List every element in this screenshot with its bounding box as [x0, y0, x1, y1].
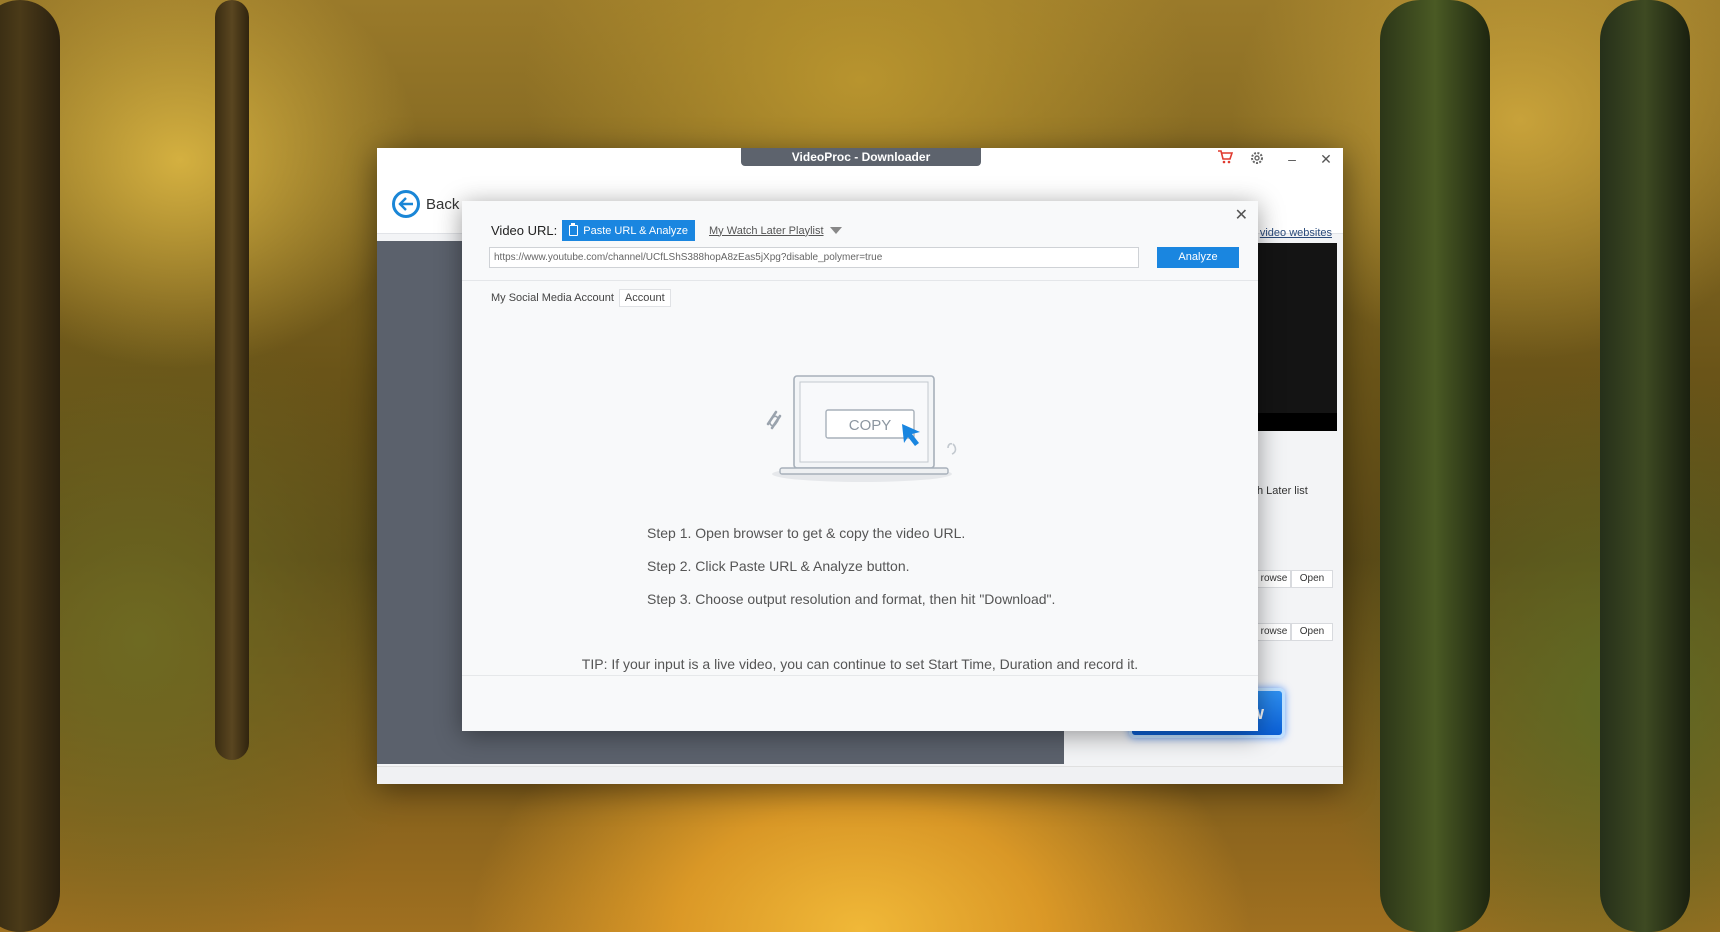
watch-later-playlist-link[interactable]: My Watch Later Playlist: [709, 225, 824, 237]
cart-icon[interactable]: [1214, 150, 1236, 168]
video-websites-link[interactable]: video websites: [1260, 227, 1332, 239]
watch-later-list-label: h Later list: [1257, 485, 1308, 497]
dialog-close-button[interactable]: ✕: [1235, 205, 1248, 225]
browse-button-2[interactable]: rowse: [1257, 623, 1291, 641]
url-row: Video URL: Paste URL & Analyze My Watch …: [491, 220, 842, 241]
copy-illustration: COPY: [762, 366, 962, 486]
open-button[interactable]: Open: [1291, 570, 1333, 588]
paste-url-analyze-label: Paste URL & Analyze: [583, 224, 689, 237]
tree-trunk-right-2: [1600, 0, 1690, 932]
paste-url-analyze-button[interactable]: Paste URL & Analyze: [562, 220, 696, 241]
tip-text: TIP: If your input is a live video, you …: [581, 656, 1139, 672]
back-arrow-icon: [392, 190, 420, 218]
divider: [462, 280, 1258, 281]
step-3: Step 3. Choose output resolution and for…: [647, 591, 1056, 607]
tree-trunk-left-2: [215, 0, 249, 760]
minimize-button[interactable]: –: [1281, 150, 1303, 168]
gear-icon[interactable]: [1246, 150, 1268, 168]
social-media-row: My Social Media Account Account: [491, 289, 671, 307]
open-button-2[interactable]: Open: [1291, 623, 1333, 641]
browse-button[interactable]: rowse: [1257, 570, 1291, 588]
title-bar: VideoProc - Downloader – ✕: [377, 148, 1343, 170]
clipboard-icon: [569, 223, 579, 236]
analyze-button[interactable]: Analyze: [1157, 247, 1239, 268]
step-1: Step 1. Open browser to get & copy the v…: [647, 525, 966, 541]
chevron-down-icon[interactable]: [829, 227, 842, 234]
paste-url-dialog: ✕ Video URL: Paste URL & Analyze My Watc…: [462, 201, 1258, 731]
step-2: Step 2. Click Paste URL & Analyze button…: [647, 558, 910, 574]
bottom-divider: [462, 675, 1258, 676]
status-bar: [377, 766, 1343, 784]
video-url-label: Video URL:: [491, 223, 558, 238]
video-url-input[interactable]: [489, 247, 1139, 268]
close-button[interactable]: ✕: [1315, 150, 1337, 168]
steps-list: Step 1. Open browser to get & copy the v…: [647, 525, 1055, 624]
video-preview: [1257, 243, 1337, 431]
window-title: VideoProc - Downloader: [741, 148, 981, 166]
social-media-label: My Social Media Account: [491, 292, 614, 304]
back-button[interactable]: Back: [392, 190, 459, 218]
back-label: Back: [426, 195, 460, 213]
copy-text: COPY: [849, 417, 892, 434]
tree-trunk-left: [0, 0, 60, 932]
laptop-copy-icon: COPY: [766, 375, 957, 482]
tree-trunk-right: [1380, 0, 1490, 932]
account-button[interactable]: Account: [618, 289, 671, 307]
